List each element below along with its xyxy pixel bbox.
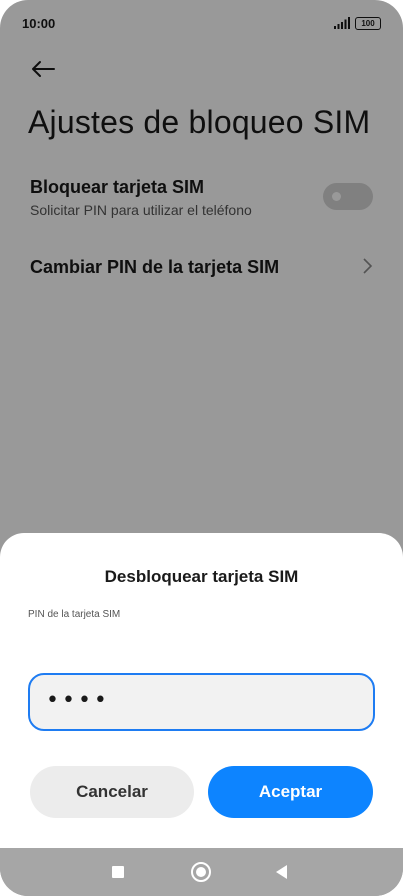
home-circle-icon[interactable] [191,862,211,882]
pin-input[interactable] [28,673,375,731]
phone-screen: 10:00 100 Ajustes de bloqueo SIM Bloquea… [0,0,403,896]
unlock-sim-dialog: Desbloquear tarjeta SIM PIN de la tarjet… [0,533,403,848]
cancel-button[interactable]: Cancelar [30,766,194,818]
recents-square-icon[interactable] [112,866,124,878]
accept-button[interactable]: Aceptar [208,766,373,818]
navigation-bar [0,848,403,896]
pin-field-label: PIN de la tarjeta SIM [28,609,121,620]
back-triangle-icon[interactable] [276,865,287,879]
dialog-title: Desbloquear tarjeta SIM [104,567,299,586]
